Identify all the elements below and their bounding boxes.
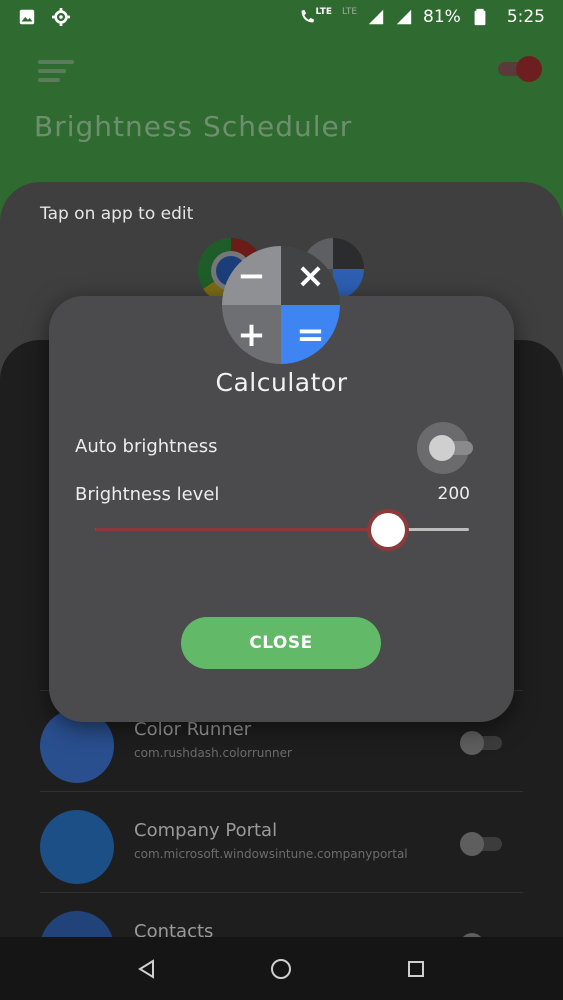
brightness-slider[interactable] (95, 512, 469, 548)
calculator-app-icon: − × + = (222, 246, 340, 364)
slider-thumb[interactable] (371, 513, 406, 547)
slider-fill (95, 528, 389, 531)
navigation-bar (0, 937, 563, 1000)
equals-icon: = (281, 305, 340, 364)
recents-square-icon (407, 960, 424, 977)
auto-brightness-toggle[interactable] (417, 422, 473, 474)
home-circle-icon (271, 958, 292, 979)
plus-icon: + (222, 305, 281, 364)
back-button[interactable] (133, 955, 161, 983)
back-triangle-icon (138, 958, 155, 979)
home-button[interactable] (267, 955, 295, 983)
recents-button[interactable] (402, 955, 430, 983)
close-button[interactable]: CLOSE (181, 617, 381, 669)
times-icon: × (281, 246, 340, 305)
auto-brightness-label: Auto brightness (75, 436, 218, 457)
brightness-level-label: Brightness level (75, 484, 220, 505)
brightness-value: 200 (437, 484, 470, 504)
minus-icon: − (222, 246, 281, 305)
dialog-app-name: Calculator (215, 368, 348, 397)
